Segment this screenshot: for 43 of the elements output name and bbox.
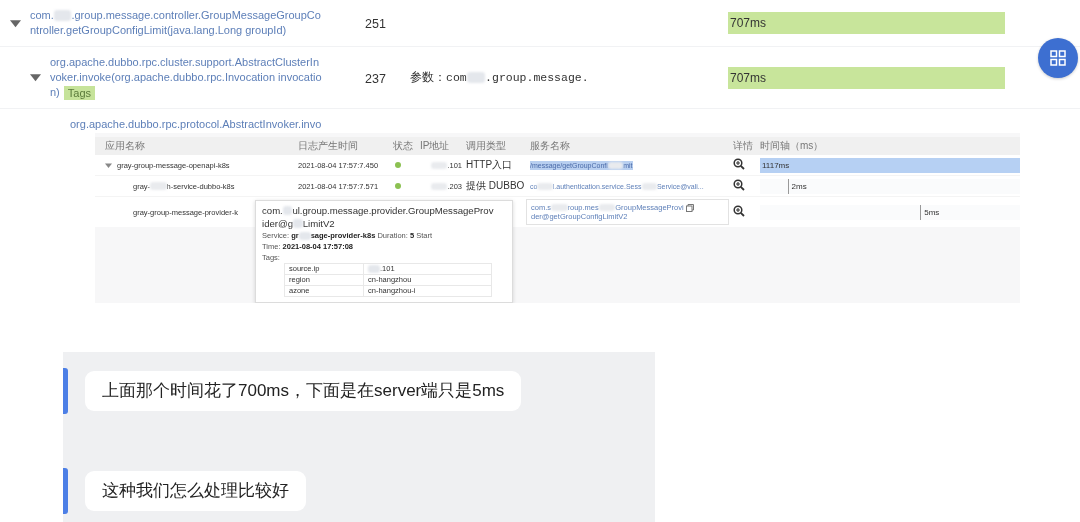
call-type: HTTP入口: [466, 159, 513, 170]
caret-icon[interactable]: [30, 72, 41, 83]
message-accent: [63, 368, 68, 414]
duration-bar: 707ms: [728, 12, 1005, 34]
method-name: org.apache.dubbo.rpc.protocol.AbstractInvoker.invo: [70, 117, 322, 131]
method-name: n): [50, 85, 60, 100]
call-count: 237: [365, 71, 386, 86]
call-type: 提供 DUBBO: [466, 180, 525, 191]
method-name: .group.message.controller.GroupMessageGroupCo: [71, 8, 321, 23]
tooltip-title: ider@g: [262, 217, 294, 230]
duration-label: 2ms: [791, 181, 807, 193]
column-header: 日志产生时间: [298, 139, 359, 153]
tag: Tags: [63, 85, 96, 100]
column-header: 时间轴（ms）: [760, 139, 825, 153]
method-name: com.: [30, 8, 54, 23]
tooltip-title: LimitV2: [302, 217, 335, 230]
zoom-in-icon[interactable]: [733, 158, 745, 170]
column-header: 服务名称: [530, 139, 571, 153]
parameter-text: 参数：com: [410, 70, 467, 85]
chat-message: 上面那个时间花了700ms，下面是在server端只是5ms: [85, 371, 522, 411]
duration-bar: 707ms: [728, 66, 1005, 89]
copy-icon[interactable]: [685, 203, 694, 212]
caret-icon[interactable]: [105, 161, 112, 169]
chat-message: 这种我们怎么处理比较好: [85, 471, 306, 511]
column-header: 应用名称: [105, 139, 146, 153]
call-count: 251: [365, 17, 386, 31]
message-accent: [63, 468, 68, 514]
tooltip-title: com.: [262, 204, 283, 217]
parameter-text: .group.message.: [485, 71, 589, 84]
method-name: ntroller.getGroupConfigLimit(java.lang.Long groupId): [30, 23, 287, 38]
timeline-bar: 1117ms: [760, 157, 1020, 173]
method-name: voker.invoke(org.apache.dubbo.rpc.Invocation invocatio: [50, 70, 322, 85]
method-name: org.apache.dubbo.rpc.cluster.support.AbstractClusterIn: [50, 55, 320, 70]
column-header: 详情: [733, 139, 754, 153]
zoom-in-icon[interactable]: [733, 179, 745, 191]
zoom-in-icon[interactable]: [733, 205, 745, 217]
column-header: 状态: [393, 139, 414, 153]
duration-label: 5ms: [924, 207, 940, 219]
grid-icon: [1050, 50, 1066, 66]
column-header: 调用类型: [466, 139, 507, 153]
column-header: IP地址: [420, 139, 451, 153]
tooltip-title: ul.group.message.provider.GroupMessageProv: [292, 204, 494, 217]
caret-icon[interactable]: [10, 17, 21, 29]
